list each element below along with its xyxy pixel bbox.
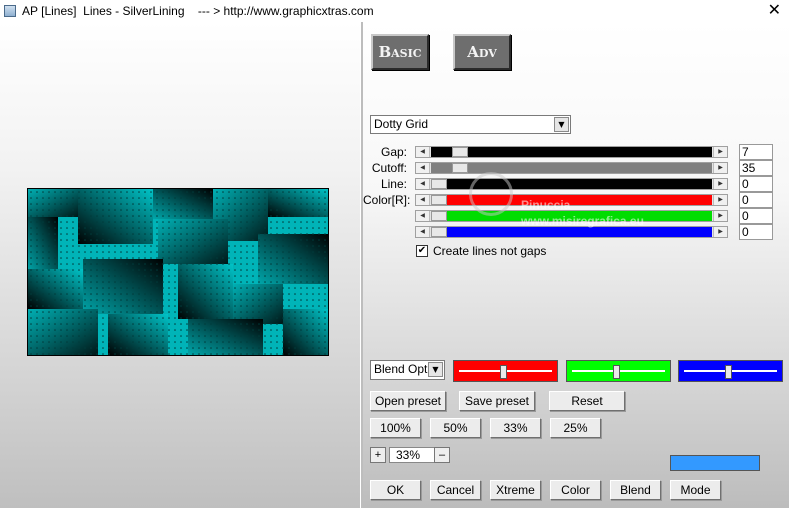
arrow-left-icon[interactable]: ◀ — [416, 179, 430, 189]
zoom-33-button[interactable]: 33% — [490, 418, 541, 438]
arrow-left-icon[interactable]: ◀ — [416, 147, 430, 157]
slider-track[interactable] — [431, 211, 712, 221]
parameter-slider[interactable]: ◀ ▶ — [415, 194, 728, 206]
rgb-slider[interactable] — [453, 360, 558, 382]
window-title: AP [Lines] Lines - SilverLining --- > ht… — [22, 4, 374, 18]
rgb-slider-knob[interactable] — [725, 365, 733, 379]
preview-pane — [0, 22, 360, 508]
arrow-right-icon[interactable]: ▶ — [713, 227, 727, 237]
slider-value-field[interactable]: 0 — [739, 224, 773, 240]
zoom-25-button[interactable]: 25% — [550, 418, 601, 438]
slider-label: Color[R]: — [363, 193, 411, 207]
arrow-right-icon[interactable]: ▶ — [713, 211, 727, 221]
slider-track[interactable] — [431, 195, 712, 205]
color-swatch[interactable] — [670, 455, 760, 471]
open-preset-button[interactable]: Open preset — [370, 391, 446, 411]
slider-thumb[interactable] — [431, 195, 447, 205]
reset-button[interactable]: Reset — [549, 391, 625, 411]
rgb-slider[interactable] — [678, 360, 783, 382]
slider-track[interactable] — [431, 179, 712, 189]
parameter-slider[interactable]: ◀ ▶ — [415, 226, 728, 238]
parameter-slider[interactable]: ◀ ▶ — [415, 178, 728, 190]
arrow-right-icon[interactable]: ▶ — [713, 179, 727, 189]
rgb-slider-knob[interactable] — [500, 365, 508, 379]
create-lines-label: Create lines not gaps — [433, 244, 547, 258]
zoom-out-button[interactable]: – — [434, 447, 450, 463]
slider-thumb[interactable] — [431, 179, 447, 189]
title-bar: AP [Lines] Lines - SilverLining --- > ht… — [0, 0, 789, 22]
blend-options-select[interactable]: Blend Optio ▼ — [370, 360, 445, 380]
zoom-50-button[interactable]: 50% — [430, 418, 481, 438]
slider-thumb[interactable] — [452, 163, 469, 173]
slider-label: Line: — [380, 177, 407, 191]
arrow-right-icon[interactable]: ▶ — [713, 147, 727, 157]
arrow-right-icon[interactable]: ▶ — [713, 163, 727, 173]
preview-pattern — [28, 189, 328, 355]
basic-tab-button[interactable]: Basic — [371, 34, 429, 70]
slider-thumb[interactable] — [452, 147, 469, 157]
color-button[interactable]: Color — [550, 480, 601, 500]
zoom-in-button[interactable]: + — [370, 447, 386, 463]
parameter-slider[interactable]: ◀ ▶ — [415, 210, 728, 222]
arrow-left-icon[interactable]: ◀ — [416, 211, 430, 221]
slider-track[interactable] — [431, 163, 712, 173]
slider-label: Cutoff: — [371, 161, 407, 175]
create-lines-checkbox[interactable]: ✔ — [416, 245, 428, 257]
slider-track[interactable] — [431, 147, 712, 157]
arrow-left-icon[interactable]: ◀ — [416, 163, 430, 173]
arrow-left-icon[interactable]: ◀ — [416, 195, 430, 205]
rgb-slider-knob[interactable] — [613, 365, 621, 379]
parameter-slider[interactable]: ◀ ▶ — [415, 162, 728, 174]
preview-image[interactable] — [27, 188, 329, 356]
app-icon — [4, 5, 16, 17]
slider-thumb[interactable] — [431, 227, 447, 237]
chevron-down-icon[interactable]: ▼ — [428, 362, 443, 377]
preset-select[interactable]: Dotty Grid ▼ — [370, 115, 571, 134]
slider-value-field[interactable]: 35 — [739, 160, 773, 176]
parameter-slider[interactable]: ◀ ▶ — [415, 146, 728, 158]
arrow-left-icon[interactable]: ◀ — [416, 227, 430, 237]
zoom-100-button[interactable]: 100% — [370, 418, 421, 438]
ok-button[interactable]: OK — [370, 480, 421, 500]
close-icon[interactable]: ✕ — [768, 2, 781, 18]
save-preset-button[interactable]: Save preset — [459, 391, 535, 411]
chevron-down-icon[interactable]: ▼ — [554, 117, 569, 132]
blend-button[interactable]: Blend — [610, 480, 661, 500]
adv-tab-button[interactable]: Adv — [453, 34, 511, 70]
slider-track[interactable] — [431, 227, 712, 237]
mode-button[interactable]: Mode — [670, 480, 721, 500]
arrow-right-icon[interactable]: ▶ — [713, 195, 727, 205]
slider-value-field[interactable]: 7 — [739, 144, 773, 160]
slider-label: Gap: — [380, 145, 407, 159]
xtreme-button[interactable]: Xtreme — [490, 480, 541, 500]
rgb-slider[interactable] — [566, 360, 671, 382]
slider-value-field[interactable]: 0 — [739, 208, 773, 224]
slider-value-field[interactable]: 0 — [739, 192, 773, 208]
slider-value-field[interactable]: 0 — [739, 176, 773, 192]
control-pane: Basic Adv Dotty Grid ▼ Gap: ◀ ▶ 7 Cutoff: ◀ ▶ 3… — [363, 22, 789, 508]
preset-select-value: Dotty Grid — [374, 117, 429, 131]
create-lines-option[interactable]: ✔ Create lines not gaps — [416, 244, 546, 258]
cancel-button[interactable]: Cancel — [430, 480, 481, 500]
slider-thumb[interactable] — [431, 211, 447, 221]
